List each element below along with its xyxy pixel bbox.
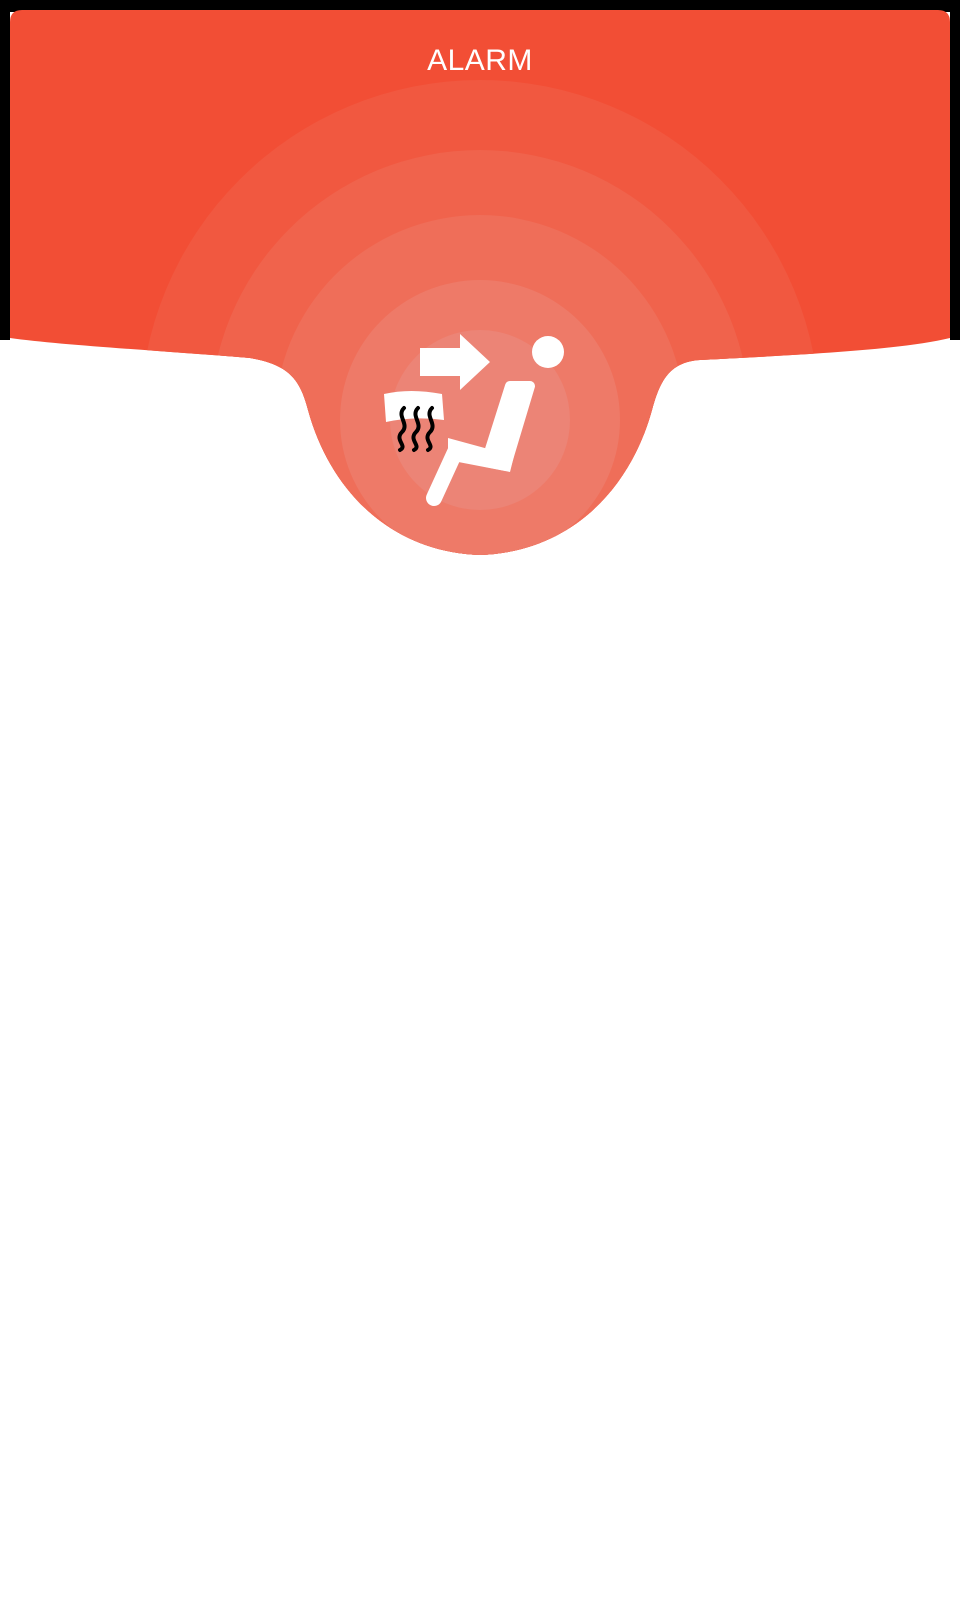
alarm-title: ALARM: [427, 44, 533, 77]
seat-heater-occupant-icon: [384, 334, 564, 506]
alarm-screen: ALARM: [0, 0, 960, 1600]
